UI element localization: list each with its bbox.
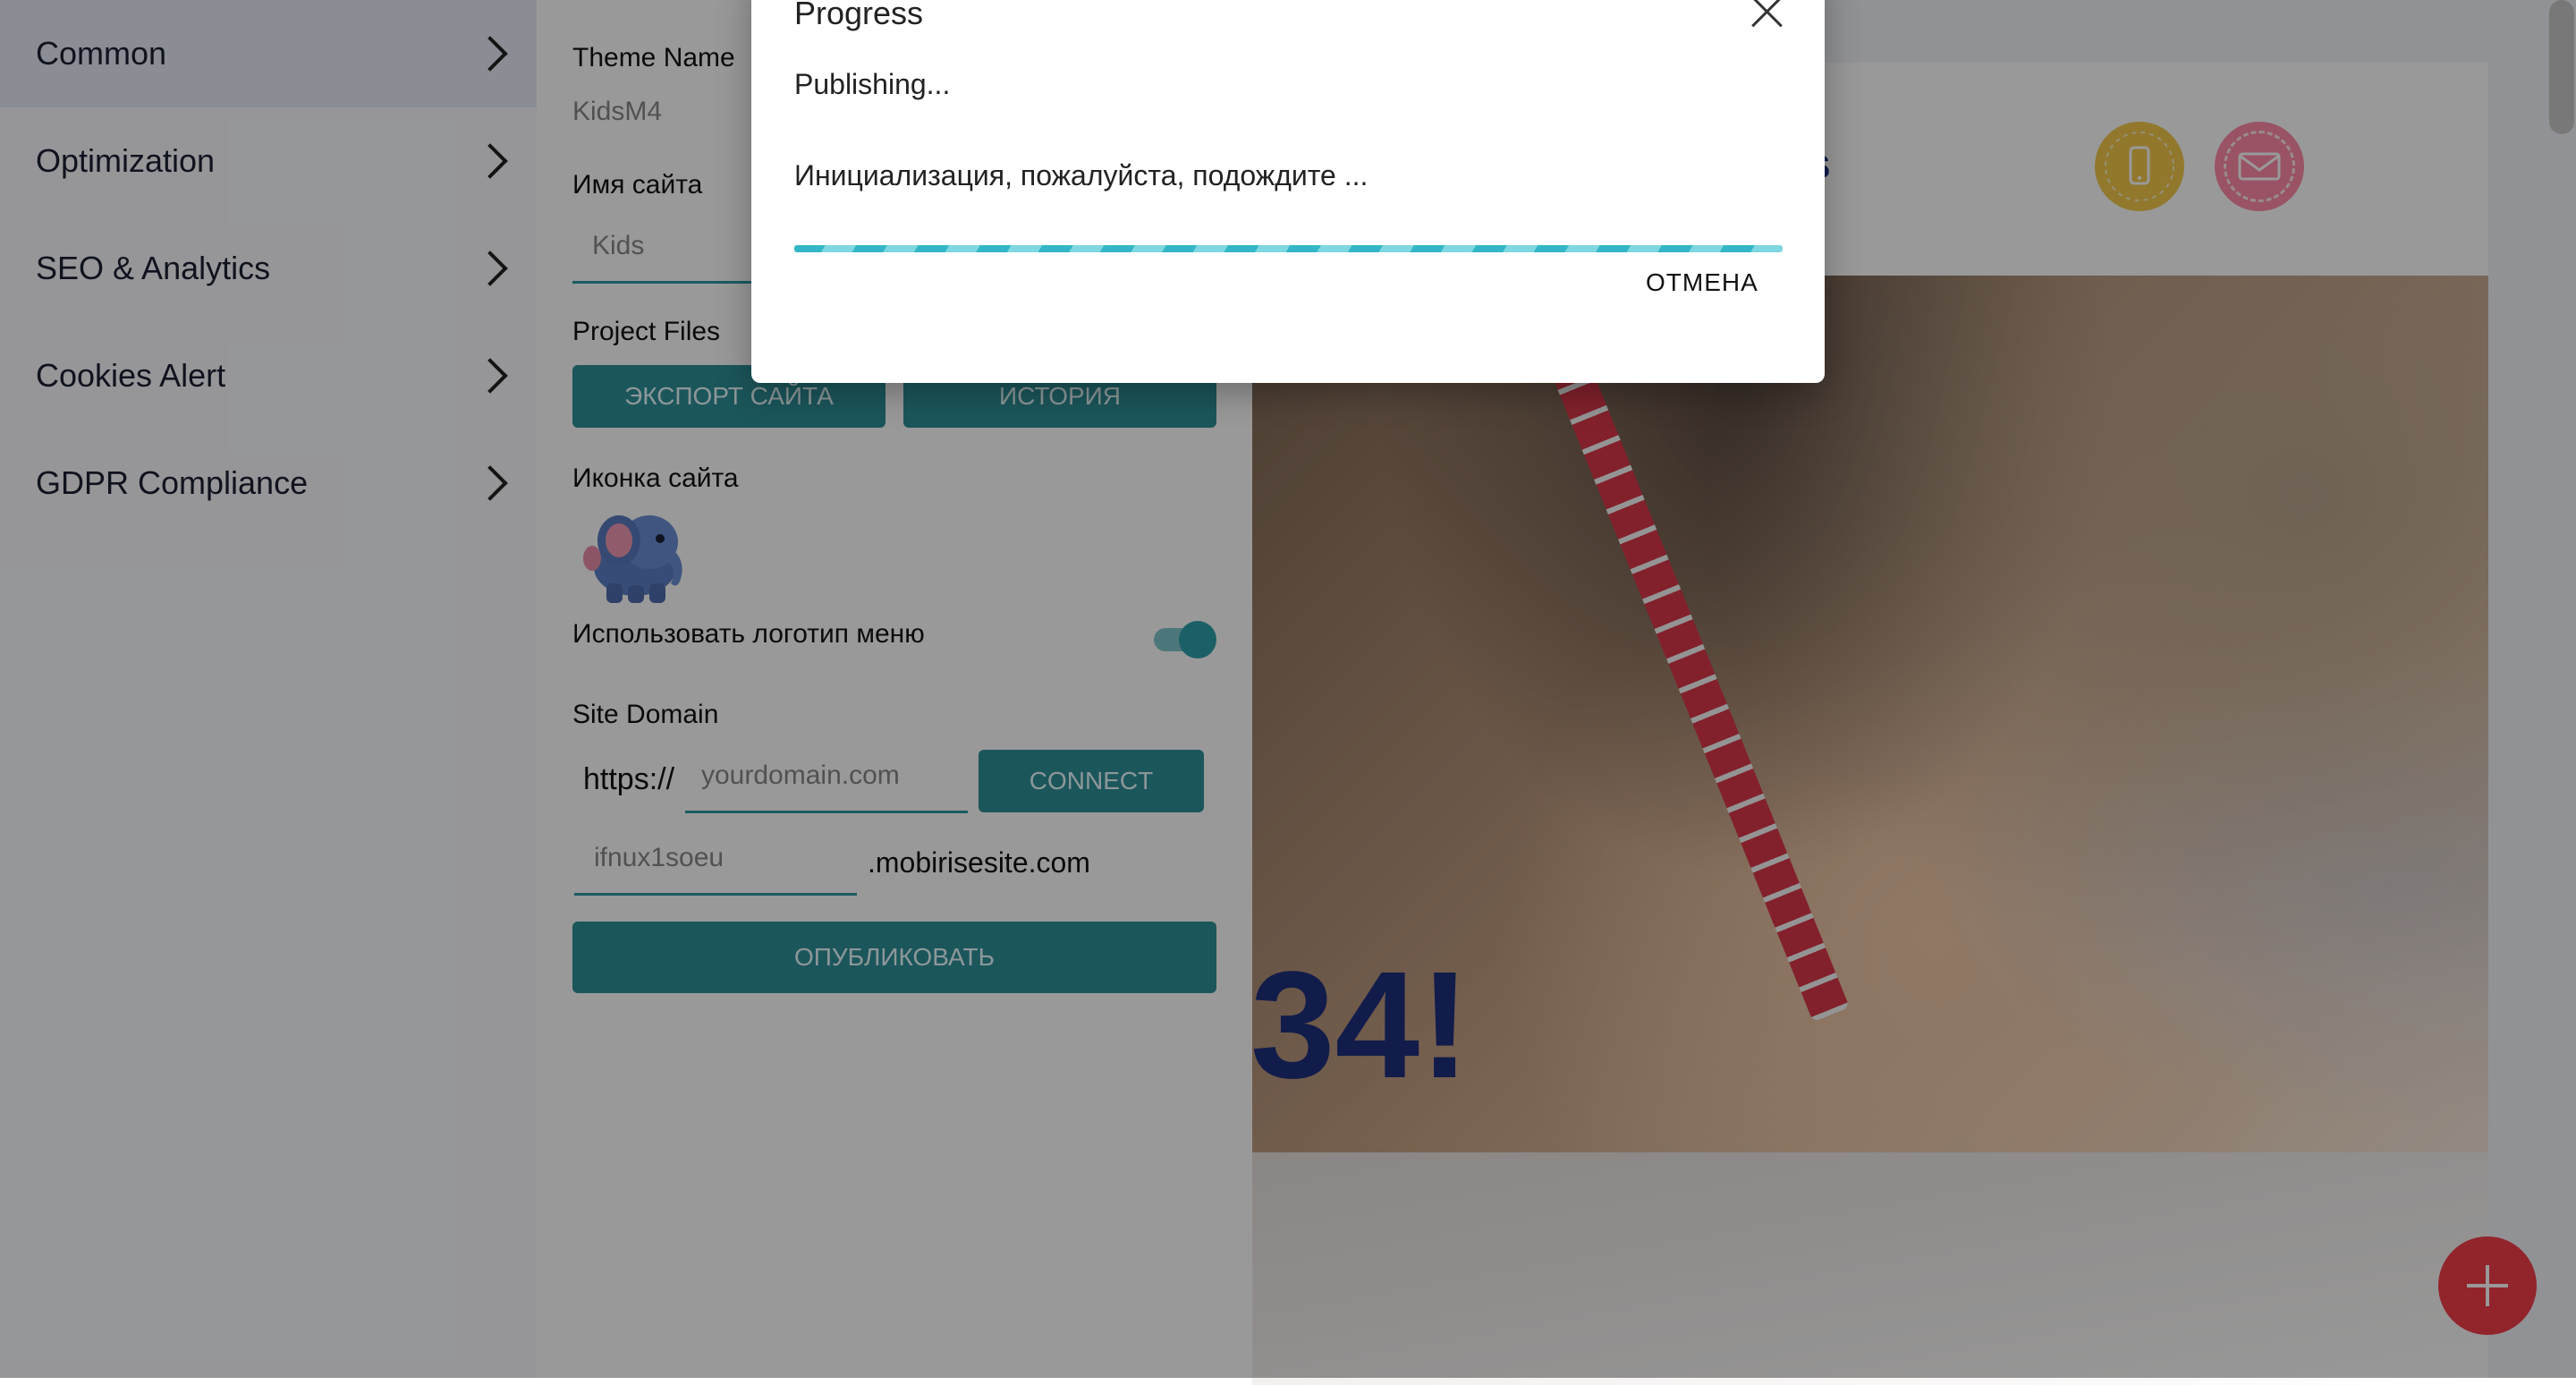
close-icon[interactable] <box>1748 0 1787 30</box>
cancel-button[interactable]: ОТМЕНА <box>1646 268 1758 304</box>
dialog-message: Инициализация, пожалуйста, подождите ... <box>794 159 1368 191</box>
progress-dialog: Progress Publishing... Инициализация, по… <box>751 0 1825 383</box>
progress-bar-fill <box>794 245 1783 252</box>
progress-bar <box>794 245 1783 252</box>
dialog-title: Progress <box>794 0 924 31</box>
dialog-status: Publishing... <box>794 68 951 100</box>
